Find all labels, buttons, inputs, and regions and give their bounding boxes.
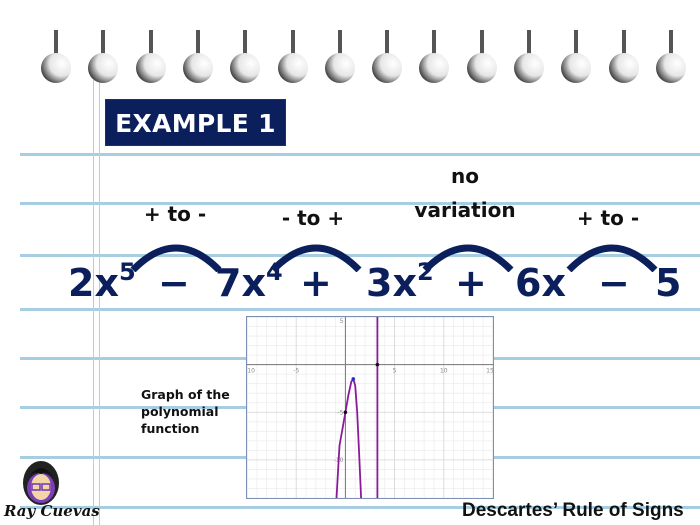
graph-caption-line: function <box>141 421 200 436</box>
term-2x5: 2x5 <box>68 258 136 305</box>
graph-point <box>351 377 356 381</box>
sign-change-label-2: - to + <box>281 206 345 230</box>
operator-minus: − <box>158 261 190 305</box>
y-tick-label: -5 <box>337 409 343 416</box>
spiral-ring-icon <box>277 30 308 83</box>
spiral-ring-icon <box>655 30 686 83</box>
graph-point <box>343 410 348 415</box>
ruled-line <box>20 202 700 205</box>
graph-caption-line: Graph of the <box>141 387 230 402</box>
x-tick-label: 10 <box>440 368 448 375</box>
spiral-ring-icon <box>561 30 592 83</box>
term-3x2: 3x2 <box>366 258 434 305</box>
author-name: Ray Cuevas <box>4 502 100 520</box>
sign-change-label-3-line1: no <box>451 164 479 188</box>
spiral-ring-icon <box>41 30 71 83</box>
spiral-ring-icon <box>230 30 261 83</box>
spiral-ring-icon <box>419 30 450 83</box>
polynomial-graph: -10-5510155-5-10 <box>245 316 494 499</box>
graph-canvas: -10-5510155-5-10 <box>245 316 494 499</box>
operator-plus: + <box>300 261 332 305</box>
x-tick-label: 15 <box>486 368 493 375</box>
x-tick-label: -10 <box>247 368 255 375</box>
footer-title: Descartes’ Rule of Signs <box>462 500 684 521</box>
spiral-ring-icon <box>372 30 403 83</box>
term-constant: 5 <box>655 261 682 305</box>
graph-caption-line: polynomial <box>141 404 219 419</box>
axes <box>247 317 493 498</box>
slide-title: EXAMPLE 1 <box>105 99 286 146</box>
grid-major <box>246 316 494 498</box>
grid-minor <box>247 317 493 499</box>
graph-point <box>375 362 380 367</box>
graph-caption: Graph of the polynomial function <box>141 386 230 437</box>
spiral-ring-icon <box>135 30 166 83</box>
sign-change-label-4: + to - <box>576 206 640 230</box>
curves <box>335 317 379 499</box>
ruled-line <box>20 308 700 311</box>
term-6x: 6x <box>515 261 566 305</box>
spiral-ring-icon <box>466 30 497 83</box>
operator-plus: + <box>455 261 487 305</box>
operator-minus: − <box>598 261 630 305</box>
curve-segment <box>335 378 362 499</box>
spiral-ring-icon <box>182 30 213 83</box>
x-tick-label: -5 <box>293 368 299 375</box>
sign-change-label-1: + to - <box>143 202 207 226</box>
ruled-line <box>20 153 700 156</box>
term-7x4: 7x4 <box>215 258 283 305</box>
spiral-ring-icon <box>514 30 544 83</box>
tick-labels: -10-5510155-5-10 <box>245 318 494 464</box>
author-avatar <box>23 461 59 505</box>
x-tick-label: 5 <box>393 368 397 375</box>
y-tick-label: 5 <box>340 318 344 325</box>
spiral-ring-icon <box>608 30 639 83</box>
spiral-ring-icon <box>88 30 119 83</box>
spiral-ring-icon <box>324 30 355 83</box>
sign-change-label-3-line2: variation <box>414 198 516 222</box>
